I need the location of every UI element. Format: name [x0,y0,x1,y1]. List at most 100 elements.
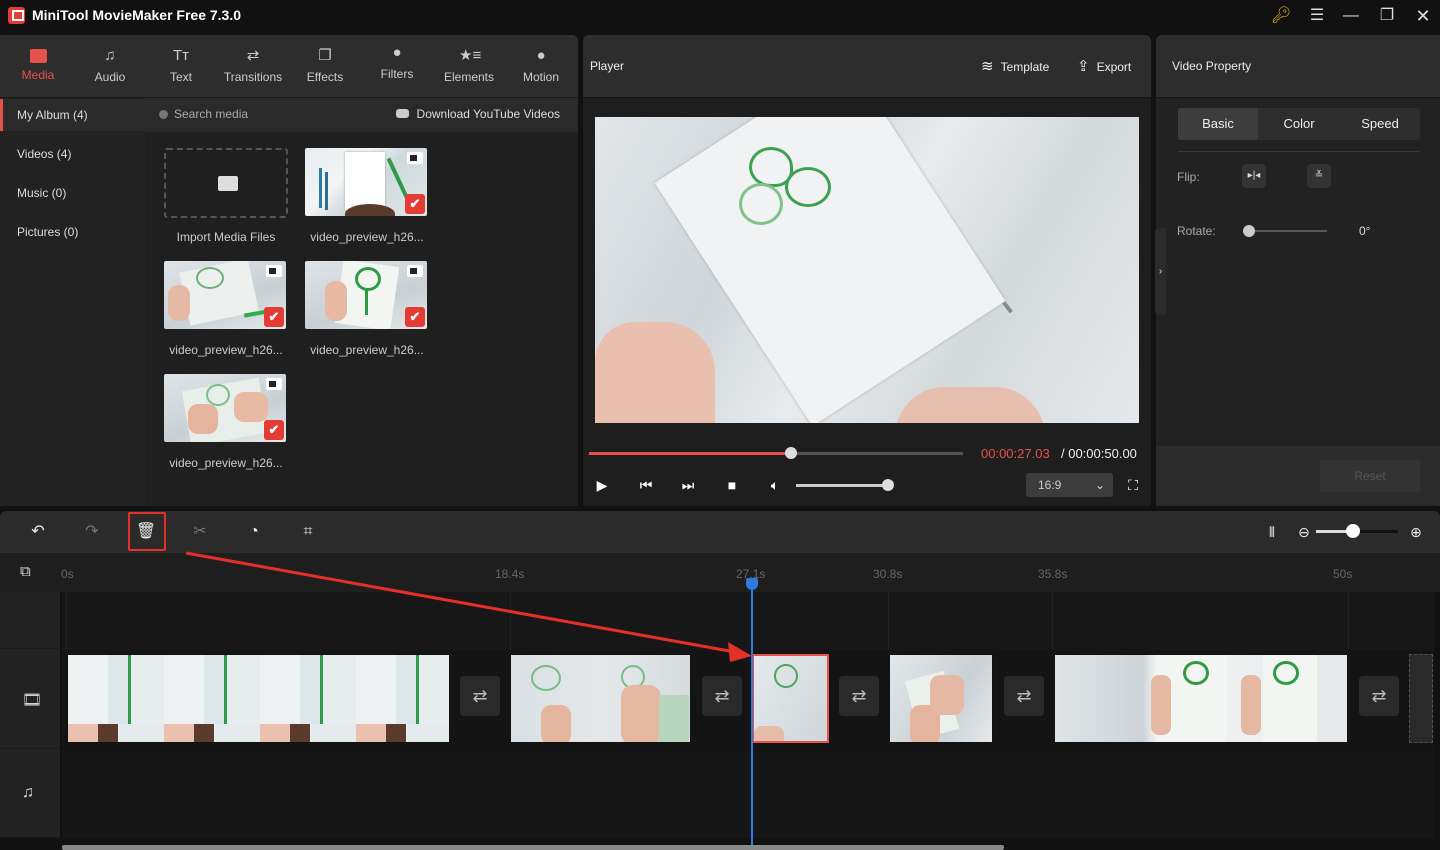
zoom-handle[interactable] [1345,524,1360,538]
audio-track[interactable] [62,750,1434,838]
media-item[interactable]: ✔ video_preview_h26... [164,261,288,357]
add-clip-placeholder[interactable] [1409,654,1433,743]
timeline-clip[interactable] [67,654,450,743]
transition-slot[interactable]: ⇄ [839,676,879,716]
media-filename: video_preview_h26... [169,456,283,470]
album-item-music[interactable]: Music (0) [0,177,145,209]
tab-label: Transitions [223,70,283,84]
rotate-value: 0° [1359,224,1371,238]
search-media-input[interactable]: Search media [159,107,248,121]
media-item[interactable]: ✔ video_preview_h26... [305,148,429,244]
playhead-line[interactable] [751,580,753,850]
undo-icon[interactable]: ↶ [26,521,50,543]
ruler-tick: 18.4s [495,567,525,581]
layers-icon: ≋ [981,58,994,75]
transition-slot[interactable]: ⇄ [702,676,742,716]
timeline-clip[interactable] [889,654,993,743]
collapse-panel-chevron-icon[interactable]: › [1155,228,1166,315]
tab-filters[interactable]: ● Filters [361,40,433,90]
album-item-my-album[interactable]: My Album (4) [0,99,145,131]
download-youtube-button[interactable]: Download YouTube Videos [395,107,560,121]
media-thumbnail[interactable]: ✔ [164,261,286,329]
split-icon[interactable]: ✂ [188,521,212,543]
timeline-clip-selected[interactable] [752,654,829,743]
next-frame-button[interactable]: ⏭ [677,475,699,495]
add-track-icon[interactable]: ⧉ [20,563,40,581]
swap-icon: ⇄ [246,47,260,64]
tab-speed[interactable]: Speed [1340,108,1420,140]
media-thumbnail[interactable]: ✔ [305,148,427,216]
menu-icon[interactable]: ☰ [1306,6,1328,26]
total-time: / 00:00:50.00 [1061,446,1137,461]
media-thumbnail[interactable]: ✔ [164,374,286,442]
playhead-handle[interactable] [746,578,758,590]
tab-media[interactable]: Media [2,43,74,93]
volume-handle[interactable] [882,479,894,491]
tab-transitions[interactable]: ⇄ Transitions [217,43,289,93]
reset-button[interactable]: Reset [1320,460,1420,492]
redo-icon[interactable]: ↷ [80,521,104,543]
zoom-out-icon[interactable]: ⊖ [1292,521,1316,543]
flip-horizontal-button[interactable]: ▸|◂ [1242,164,1266,188]
crop-icon[interactable]: ⌗ [296,521,320,543]
timeline-clip[interactable] [510,654,691,743]
transition-slot[interactable]: ⇄ [1359,676,1399,716]
property-footer: Reset [1156,446,1440,506]
timeline-clip[interactable] [1054,654,1348,743]
media-item[interactable]: ✔ video_preview_h26... [164,374,288,470]
play-button[interactable]: ▶ [591,475,613,495]
tab-motion[interactable]: ● Motion [505,43,577,93]
tab-label: Filters [380,67,414,81]
video-preview[interactable] [595,117,1139,423]
rotate-slider[interactable] [1243,225,1327,237]
search-placeholder: Search media [174,107,249,121]
flip-vertical-button[interactable]: ≚ [1307,164,1331,188]
fullscreen-button[interactable]: ⛶ [1122,475,1144,495]
progress-handle[interactable] [784,447,797,459]
speed-icon[interactable]: ◔ [242,521,266,543]
tab-elements[interactable]: ★≡ Elements [433,43,505,93]
media-item[interactable]: ✔ video_preview_h26... [305,261,429,357]
overlay-track[interactable] [62,592,1434,650]
album-item-pictures[interactable]: Pictures (0) [0,216,145,248]
aspect-ratio-select[interactable]: 16:9 ⌄ [1026,473,1113,497]
import-drop-zone[interactable] [164,148,288,218]
tab-color[interactable]: Color [1258,108,1340,140]
video-type-icon [266,378,282,390]
film-icon: 🎞︎ [22,692,43,709]
key-icon[interactable]: 🔑︎ [1270,6,1292,26]
tab-basic[interactable]: Basic [1178,108,1258,140]
fit-timeline-icon[interactable]: ⦀ [1260,521,1284,543]
volume-slider[interactable] [796,479,894,491]
rotate-handle[interactable] [1243,225,1255,237]
tab-label: Audio [94,70,126,84]
tab-label: Text [169,70,192,84]
timeline-horizontal-scrollbar[interactable] [62,845,1004,850]
zoom-in-icon[interactable]: ⊕ [1404,521,1428,543]
album-item-videos[interactable]: Videos (4) [0,138,145,170]
media-grid: Search media Download YouTube Videos Imp… [145,98,578,506]
tab-audio[interactable]: ♫ Audio [74,43,146,93]
volume-icon[interactable]: 🔈︎ [764,475,786,495]
timeline-zoom-slider[interactable] [1316,524,1398,538]
tab-text[interactable]: Tт Text [145,43,217,93]
stop-button[interactable]: ■ [721,475,743,495]
playback-progress-slider[interactable] [589,447,963,459]
search-icon [159,110,168,119]
timeline-ruler[interactable]: ⧉ 0s 18.4s 27.1s 30.8s 35.8s 50s [0,553,1440,592]
media-thumbnail[interactable]: ✔ [305,261,427,329]
export-button[interactable]: ⇪ Export [1077,57,1131,75]
template-button[interactable]: ≋ Template [981,57,1049,75]
transition-slot[interactable]: ⇄ [1004,676,1044,716]
close-icon[interactable]: ✕ [1412,6,1434,26]
maximize-icon[interactable]: ❐ [1376,6,1398,26]
folder-icon [29,49,47,63]
text-icon: Tт [172,47,190,64]
previous-frame-button[interactable]: ⏮ [635,475,657,495]
minimize-icon[interactable]: — [1340,6,1362,26]
transition-slot[interactable]: ⇄ [460,676,500,716]
player-title: Player [590,59,625,73]
ruler-tick: 30.8s [873,567,903,581]
added-check-icon: ✔ [264,307,284,327]
tab-effects[interactable]: ❐ Effects [289,43,361,93]
